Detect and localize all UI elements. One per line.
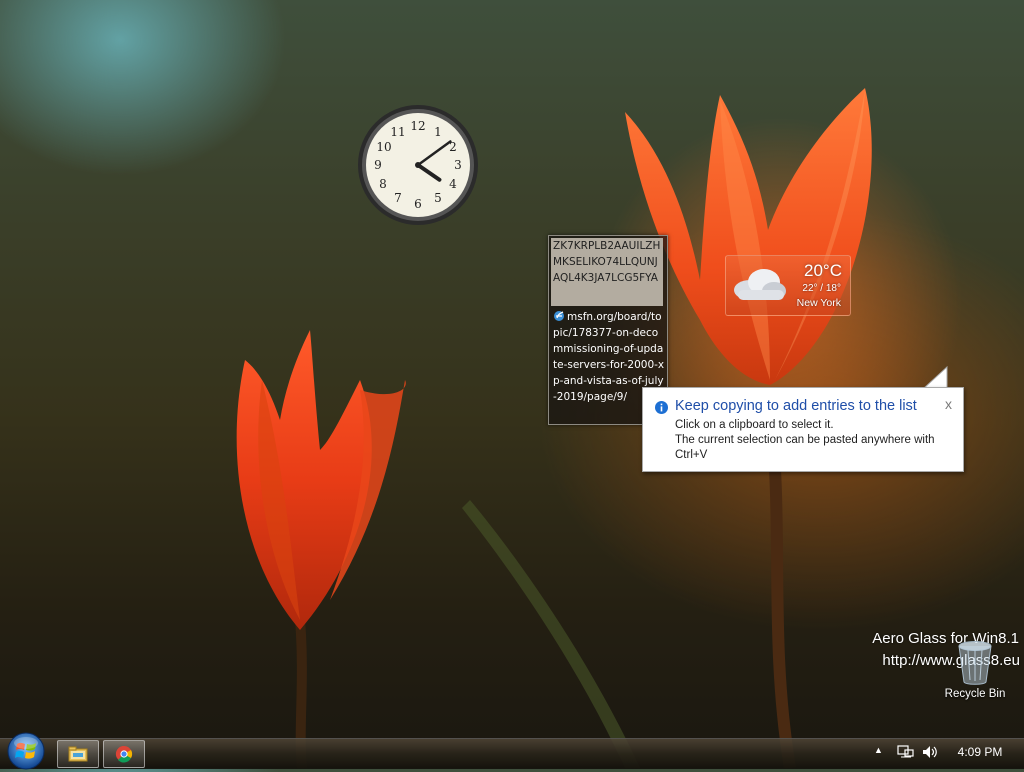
weather-gadget[interactable]: 20°C 22° / 18° New York (725, 255, 851, 316)
svg-text:5: 5 (434, 191, 442, 205)
volume-icon[interactable] (921, 744, 939, 760)
tray-clock[interactable]: 4:09 PM (952, 745, 1008, 759)
taskbar-chrome-button[interactable] (103, 740, 145, 768)
taskbar (0, 738, 1024, 769)
svg-text:7: 7 (394, 191, 402, 205)
svg-text:8: 8 (379, 177, 387, 191)
balloon-text: The current selection can be pasted anyw… (675, 434, 935, 446)
clock-gadget[interactable]: 12 12 345 678 91011 (356, 103, 480, 227)
svg-text:1: 1 (434, 125, 442, 139)
network-icon[interactable] (897, 744, 915, 760)
clipboard-entry-selected[interactable]: ZK7KRPLB2AAUILZHMKSELIKO74LLQUNJAQL4K3JA… (551, 238, 663, 306)
folder-icon (68, 746, 88, 762)
svg-text:10: 10 (376, 140, 391, 154)
weather-temperature: 20°C (804, 261, 842, 280)
balloon-text: Click on a clipboard to select it. (675, 419, 834, 431)
svg-text:11: 11 (390, 125, 405, 139)
weather-city: New York (796, 297, 841, 309)
clipboard-entry-text: ZK7KRPLB2AAUILZHMKSELIKO74LLQUNJAQL4K3JA… (553, 240, 661, 284)
recycle-bin-label: Recycle Bin (944, 688, 1006, 700)
balloon-text: Ctrl+V (675, 449, 708, 461)
recycle-bin-icon (958, 641, 992, 685)
svg-text:6: 6 (414, 197, 422, 211)
weather-range: 22° / 18° (802, 283, 841, 294)
cloud-icon (734, 269, 786, 300)
tray-overflow-arrow[interactable]: ▲ (874, 745, 883, 755)
svg-text:9: 9 (374, 158, 382, 172)
svg-text:12: 12 (410, 119, 425, 133)
info-icon (655, 401, 668, 414)
ie-icon (554, 311, 564, 321)
notification-balloon[interactable]: Keep copying to add entries to the list … (642, 387, 964, 472)
recycle-bin[interactable]: Recycle Bin (942, 638, 1008, 704)
chrome-icon (115, 745, 133, 763)
windows-start-orb-icon[interactable] (6, 731, 46, 771)
close-icon[interactable]: x (945, 396, 952, 412)
svg-text:4: 4 (449, 177, 457, 191)
balloon-title: Keep copying to add entries to the list (675, 398, 917, 414)
wallpaper (236, 88, 872, 768)
taskbar-explorer-button[interactable] (57, 740, 99, 768)
svg-text:3: 3 (454, 158, 462, 172)
